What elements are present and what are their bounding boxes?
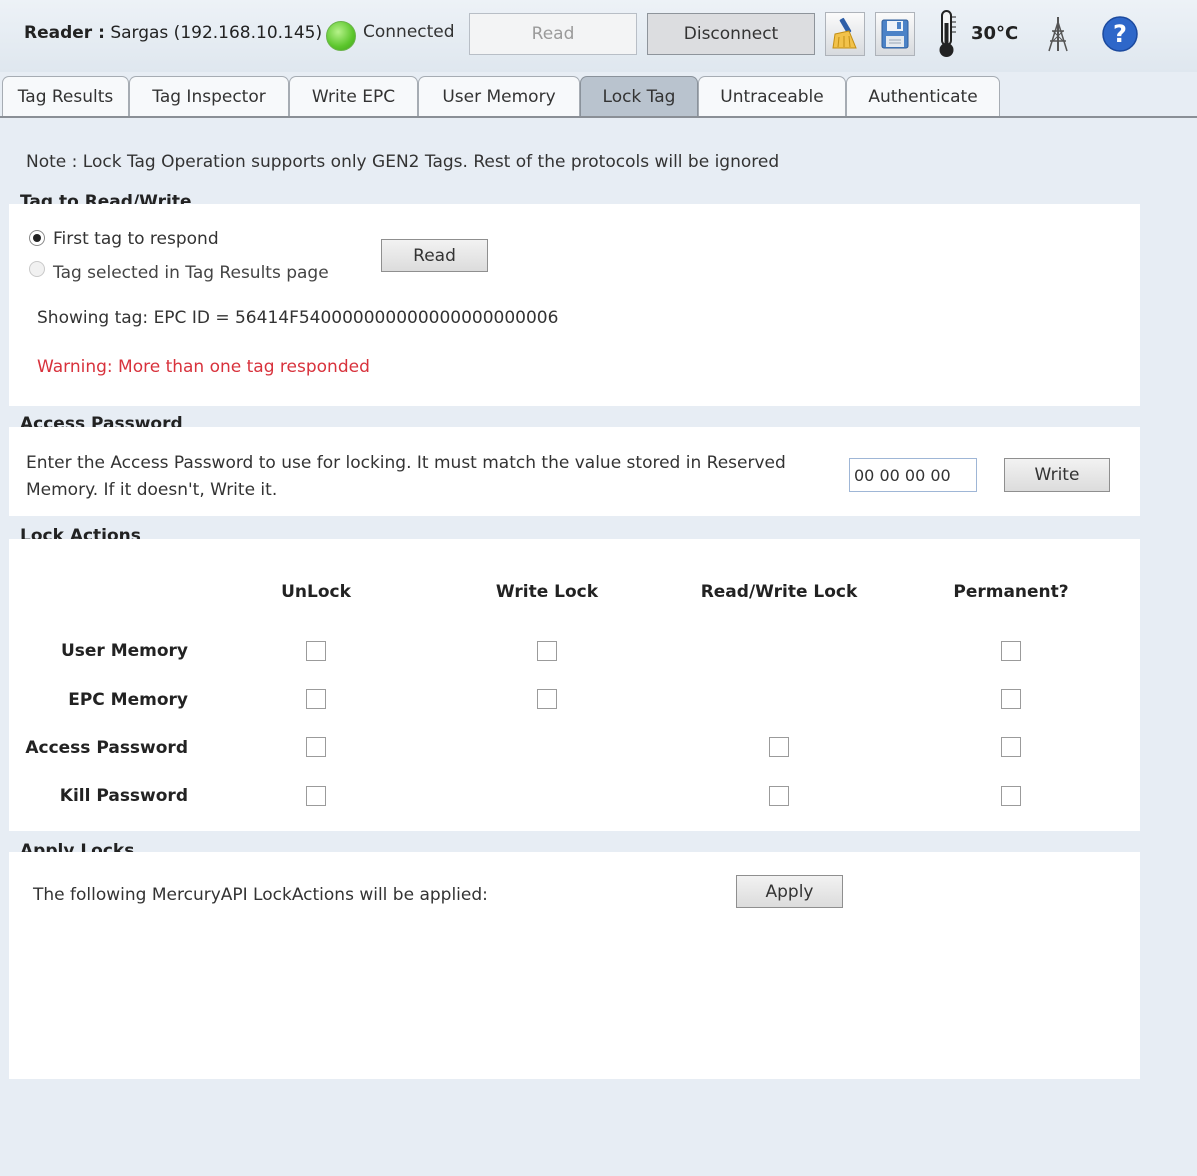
tab-write-epc[interactable]: Write EPC [289,76,418,116]
multiple-tags-warning: Warning: More than one tag responded [37,357,370,377]
help-icon[interactable]: ? [1100,12,1140,56]
selected-tag-label: Tag selected in Tag Results page [53,263,329,283]
user-memory-unlock-checkbox[interactable] [306,641,326,661]
epc-memory-permanent-checkbox[interactable] [1001,689,1021,709]
apply-locks-description: The following MercuryAPI LockActions wil… [33,885,488,905]
write-password-button[interactable]: Write [1004,458,1110,492]
kill-password-permanent-checkbox[interactable] [1001,786,1021,806]
selected-tag-radio[interactable] [29,261,45,277]
access-password-permanent-checkbox[interactable] [1001,737,1021,757]
antenna-icon [1038,12,1078,56]
access-password-description-1: Enter the Access Password to use for loc… [26,453,786,473]
access-password-description-2: Memory. If it doesn't, Write it. [26,480,278,500]
svg-text:?: ? [1113,20,1127,48]
connection-status-icon [326,21,356,51]
tag-read-button[interactable]: Read [381,239,488,272]
toolbar: Reader : Sargas (192.168.10.145) Connect… [0,0,1197,72]
tab-tag-inspector[interactable]: Tag Inspector [129,76,289,116]
epc-memory-write-lock-checkbox[interactable] [537,689,557,709]
showing-tag-text: Showing tag: EPC ID = 56414F540000000000… [37,308,559,328]
thermometer-icon [928,10,964,57]
reader-prefix: Reader : [24,23,105,43]
tab-lock-tag[interactable]: Lock Tag [580,76,698,116]
access-password-read-write-lock-checkbox[interactable] [769,737,789,757]
tab-bar: Tag Results Tag Inspector Write EPC User… [0,74,1197,118]
toolbar-read-button[interactable]: Read [469,13,637,55]
column-unlock: UnLock [281,582,351,602]
disconnect-button[interactable]: Disconnect [647,13,815,55]
epc-memory-unlock-checkbox[interactable] [306,689,326,709]
first-tag-radio[interactable] [29,230,45,246]
reader-label: Reader : Sargas (192.168.10.145) [24,23,322,43]
apply-button[interactable]: Apply [736,875,843,908]
user-memory-write-lock-checkbox[interactable] [537,641,557,661]
column-write-lock: Write Lock [495,582,599,602]
access-password-input[interactable] [849,458,977,492]
temperature-value: 30°C [971,23,1019,44]
kill-password-unlock-checkbox[interactable] [306,786,326,806]
reader-name: Sargas (192.168.10.145) [110,23,323,43]
row-user-memory: User Memory [60,641,188,661]
first-tag-label: First tag to respond [53,229,219,249]
row-kill-password: Kill Password [59,786,188,806]
gen2-note: Note : Lock Tag Operation supports only … [26,152,780,172]
row-access-password: Access Password [25,738,188,758]
broom-icon[interactable] [825,12,865,56]
tab-user-memory[interactable]: User Memory [418,76,580,116]
column-read-write-lock: Read/Write Lock [700,582,858,602]
tab-untraceable[interactable]: Untraceable [698,76,846,116]
column-permanent: Permanent? [953,582,1069,602]
save-icon[interactable] [875,12,915,56]
connection-status: Connected [363,22,455,42]
tab-authenticate[interactable]: Authenticate [846,76,1000,116]
row-epc-memory: EPC Memory [68,690,188,710]
user-memory-permanent-checkbox[interactable] [1001,641,1021,661]
access-password-unlock-checkbox[interactable] [306,737,326,757]
tab-tag-results[interactable]: Tag Results [2,76,129,116]
kill-password-read-write-lock-checkbox[interactable] [769,786,789,806]
